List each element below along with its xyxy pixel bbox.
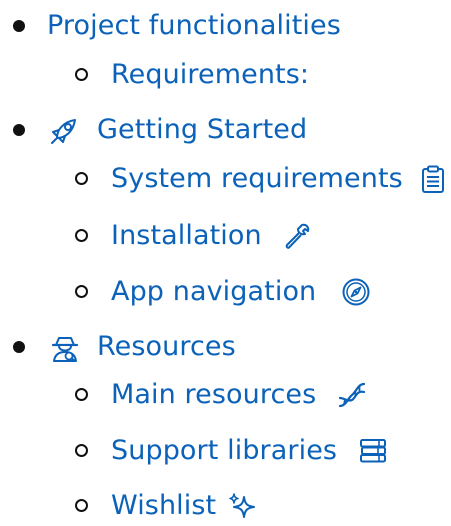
link-app-navigation[interactable]: App navigation bbox=[111, 272, 316, 312]
bullet-circle bbox=[75, 285, 88, 298]
books-icon bbox=[358, 436, 388, 466]
link-system-requirements[interactable]: System requirements bbox=[111, 159, 403, 199]
rocket-icon bbox=[49, 116, 79, 146]
link-support-libraries[interactable]: Support libraries bbox=[111, 431, 337, 471]
link-wishlist[interactable]: Wishlist bbox=[111, 486, 216, 526]
sparkles-icon bbox=[228, 491, 258, 521]
bullet-circle bbox=[75, 388, 88, 401]
link-main-resources[interactable]: Main resources bbox=[111, 375, 316, 415]
bullet-circle bbox=[75, 229, 88, 242]
link-resources[interactable]: Resources bbox=[97, 327, 236, 367]
detective-icon bbox=[50, 333, 80, 363]
bullet-disc bbox=[13, 124, 25, 136]
link-project-functionalities[interactable]: Project functionalities bbox=[47, 6, 341, 46]
compass-icon bbox=[341, 277, 371, 307]
bullet-circle bbox=[75, 172, 88, 185]
bullet-disc bbox=[13, 20, 25, 32]
table-of-contents: Project functionalities Requirements: Ge… bbox=[0, 0, 451, 525]
wrench-icon bbox=[282, 221, 312, 251]
link-installation[interactable]: Installation bbox=[111, 216, 262, 256]
link-getting-started[interactable]: Getting Started bbox=[97, 110, 307, 150]
bullet-circle bbox=[75, 444, 88, 457]
dna-icon bbox=[336, 380, 366, 410]
bullet-circle bbox=[75, 68, 88, 81]
bullet-disc bbox=[13, 341, 25, 353]
link-requirements[interactable]: Requirements: bbox=[111, 55, 309, 95]
clipboard-icon bbox=[418, 164, 448, 194]
bullet-circle bbox=[75, 499, 88, 512]
